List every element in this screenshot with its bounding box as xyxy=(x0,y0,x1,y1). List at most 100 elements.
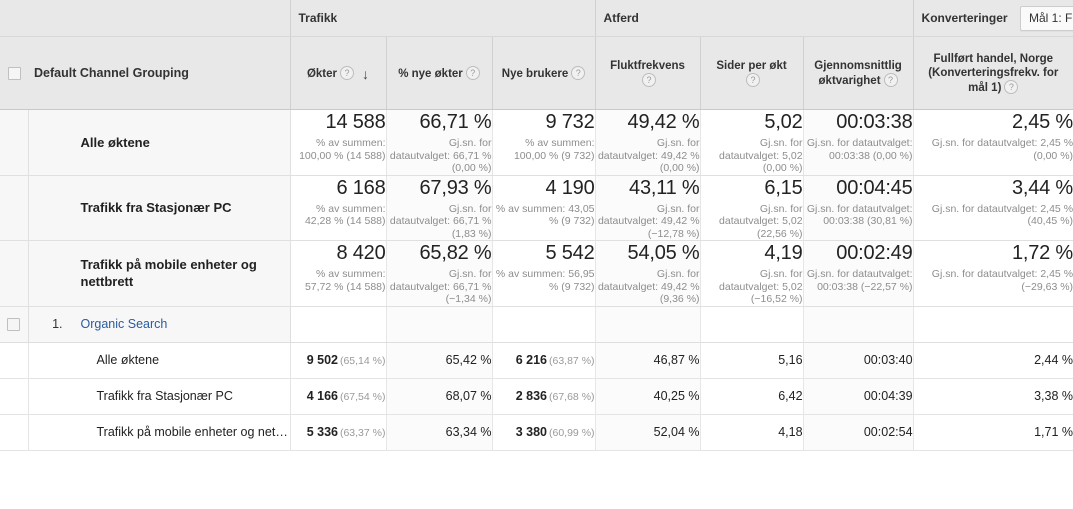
help-icon[interactable]: ? xyxy=(571,65,586,80)
metric-value: 00:02:54 xyxy=(863,425,913,439)
header-metric-nye-brukere-label: Nye brukere xyxy=(501,67,569,80)
header-metric-nye-okter[interactable]: % nye økter? xyxy=(385,36,492,110)
goal-selector-dropdown[interactable]: Mål 1: Fullfør xyxy=(1020,5,1073,31)
metric-subtext: % av summen: 43,05 % (9 732) xyxy=(495,202,595,228)
summary-cell-nye-brukere: 4 190 % av summen: 43,05 % (9 732) xyxy=(491,175,596,241)
metric-subtext: Gj.sn. for datautvalget: 66,71 % (1,83 %… xyxy=(389,202,492,240)
metric-value: 66,71 % xyxy=(419,111,492,133)
group-header-row[interactable]: 1. Organic Search xyxy=(0,305,1073,343)
metric-value: 4,18 xyxy=(778,425,803,439)
detail-cell-sider-per-okt: 4,18 xyxy=(699,414,804,451)
metric-share: (65,14 %) xyxy=(339,355,386,367)
channel-link-organic-search[interactable]: Organic Search xyxy=(81,317,168,331)
metric-subtext: Gj.sn. for datautvalget: 49,42 % (−12,78… xyxy=(597,202,700,240)
help-icon[interactable]: ? xyxy=(1004,79,1019,94)
help-icon[interactable]: ? xyxy=(642,72,657,87)
help-icon[interactable]: ? xyxy=(883,72,898,87)
metric-value: 5 336 xyxy=(306,425,338,439)
summary-cell-okter: 8 420 % av summen: 57,72 % (14 588) xyxy=(289,240,386,307)
table-row: Alle øktene 9 502 (65,14 %) 65,42 % 6 216… xyxy=(0,342,1073,379)
detail-cell-sider-per-okt: 6,42 xyxy=(699,378,804,415)
summary-checkbox-cell xyxy=(0,175,29,241)
metric-value: 14 588 xyxy=(325,111,386,133)
group-blank-cell xyxy=(491,305,596,343)
select-all-checkbox[interactable] xyxy=(8,66,21,80)
summary-name-cell: Trafikk fra Stasjonær PC xyxy=(28,175,291,241)
summary-cell-nye-brukere: 5 542 % av summen: 56,95 % (9 732) xyxy=(491,240,596,307)
group-blank-cell xyxy=(699,305,804,343)
metric-subtext: % av summen: 42,28 % (14 588) xyxy=(304,202,386,228)
metric-share: (63,87 %) xyxy=(549,355,595,367)
metric-subtext: Gj.sn. for datautvalget: 66,71 % (0,00 %… xyxy=(389,137,492,174)
header-metric-okter-label: Økter xyxy=(306,67,338,80)
metric-value: 9 732 xyxy=(545,111,595,133)
help-icon[interactable]: ? xyxy=(746,72,761,87)
summary-cell-nye-okter: 65,82 % Gj.sn. for datautvalget: 66,71 %… xyxy=(385,240,492,307)
header-metric-sider-per-okt-label: Sider per økt xyxy=(716,59,787,72)
header-metric-fluktfrekvens[interactable]: Fluktfrekvens? xyxy=(594,36,701,110)
header-metric-nye-okter-label: % nye økter xyxy=(398,67,463,80)
summary-checkbox-cell xyxy=(0,240,29,307)
group-checkbox-cell[interactable] xyxy=(0,305,29,343)
header-dimension-cell[interactable]: Default Channel Grouping xyxy=(28,36,290,110)
table-row: Trafikk fra Stasjonær PC 4 166 (67,54 %) … xyxy=(0,378,1073,415)
header-metric-sider-per-okt[interactable]: Sider per økt? xyxy=(699,36,804,110)
header-metric-fluktfrekvens-label: Fluktfrekvens xyxy=(610,59,685,72)
detail-cell-oktvarighet: 00:02:54 xyxy=(802,414,914,451)
group-name-cell[interactable]: 1. Organic Search xyxy=(28,305,291,343)
metric-share: (60,99 %) xyxy=(549,427,595,439)
metric-subtext: Gj.sn. for datautvalget: 49,42 % (9,36 %… xyxy=(597,268,700,305)
summary-cell-konvertering: 1,72 % Gj.sn. for datautvalget: 2,45 % (… xyxy=(912,240,1073,307)
detail-cell-fluktfrekvens: 52,04 % xyxy=(594,414,701,451)
metric-value: 6 216 xyxy=(515,353,547,367)
detail-cell-oktvarighet: 00:04:39 xyxy=(802,378,914,415)
segment-name: Alle øktene xyxy=(80,134,150,150)
detail-cell-okter: 4 166 (67,54 %) xyxy=(289,378,386,415)
detail-name-cell: Trafikk på mobile enheter og nett… xyxy=(28,414,291,451)
metric-subtext: % av summen: 100,00 % (14 588) xyxy=(299,137,386,162)
detail-cell-fluktfrekvens: 40,25 % xyxy=(594,378,701,415)
metric-subtext: Gj.sn. for datautvalget: 49,42 % (0,00 %… xyxy=(597,137,700,174)
group-blank-cell xyxy=(802,305,914,343)
segment-name: Trafikk fra Stasjonær PC xyxy=(80,200,232,216)
metric-value: 1,71 % xyxy=(1034,425,1073,439)
metric-value: 52,04 % xyxy=(653,425,700,439)
header-group-konverteringer: Konverteringer Mål 1: Fullfør xyxy=(912,0,1073,37)
row-checkbox[interactable] xyxy=(7,317,21,331)
metric-value: 5,02 xyxy=(764,111,803,133)
sort-descending-icon[interactable]: ↓ xyxy=(362,67,369,81)
select-all-checkbox-cell[interactable] xyxy=(0,36,28,110)
summary-row: Trafikk fra Stasjonær PC 6 168 % av summ… xyxy=(0,175,1073,241)
summary-cell-nye-okter: 66,71 % Gj.sn. for datautvalget: 66,71 %… xyxy=(385,109,492,176)
summary-name-cell: Trafikk på mobile enheter og nettbrett xyxy=(28,240,291,307)
detail-cell-konvertering: 3,38 % xyxy=(912,378,1073,415)
detail-cell-nye-okter: 63,34 % xyxy=(385,414,492,451)
header-metric-okter[interactable]: Økter? ↓ xyxy=(289,36,386,110)
metric-subtext: % av summen: 56,95 % (9 732) xyxy=(495,268,595,293)
help-icon[interactable]: ? xyxy=(465,65,480,80)
metric-subtext: Gj.sn. for datautvalget: 5,02 (0,00 %) xyxy=(719,137,803,174)
detail-cell-nye-brukere: 2 836 (67,68 %) xyxy=(491,378,596,415)
header-metric-konverteringsfrekvens[interactable]: Fullført handel, Norge (Konverteringsfre… xyxy=(912,36,1073,110)
summary-cell-konvertering: 2,45 % Gj.sn. for datautvalget: 2,45 % (… xyxy=(912,109,1073,176)
summary-checkbox-cell xyxy=(0,109,29,176)
metric-share: (67,54 %) xyxy=(339,391,386,403)
metric-value: 00:04:39 xyxy=(863,389,913,403)
detail-cell-nye-okter: 65,42 % xyxy=(385,342,492,379)
metric-value: 63,34 % xyxy=(445,425,492,439)
metric-value: 00:04:45 xyxy=(836,176,913,199)
metric-value: 00:02:49 xyxy=(836,242,913,264)
metric-value: 4,19 xyxy=(764,242,803,264)
summary-cell-nye-brukere: 9 732 % av summen: 100,00 % (9 732) xyxy=(491,109,596,176)
metric-value: 54,05 % xyxy=(627,242,700,264)
header-metric-nye-brukere[interactable]: Nye brukere? xyxy=(491,36,596,110)
header-checkbox-spacer xyxy=(0,0,28,37)
header-metric-oktvarighet[interactable]: Gjennomsnittlig øktvarighet? xyxy=(802,36,914,110)
metric-value: 43,11 % xyxy=(629,176,700,199)
group-blank-cell xyxy=(289,305,386,343)
header-group-atferd-label: Atferd xyxy=(603,11,639,25)
summary-cell-oktvarighet: 00:02:49 Gj.sn. for datautvalget: 00:03:… xyxy=(802,240,914,307)
header-dimension-label: Default Channel Grouping xyxy=(34,66,189,80)
summary-cell-sider-per-okt: 6,15 Gj.sn. for datautvalget: 5,02 (22,5… xyxy=(699,175,804,241)
help-icon[interactable]: ? xyxy=(340,65,355,80)
